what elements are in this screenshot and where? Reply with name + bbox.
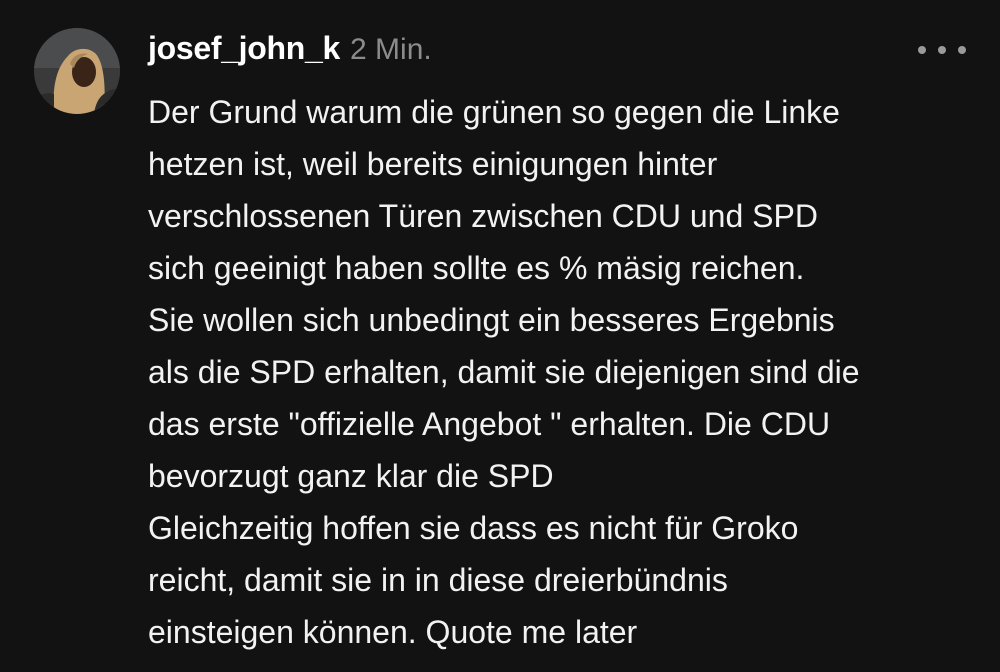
username[interactable]: josef_john_k bbox=[148, 30, 340, 67]
more-horizontal-icon bbox=[958, 46, 966, 54]
comment-line: bevorzugt ganz klar die SPD bbox=[148, 458, 554, 494]
comment-line: einsteigen können. Quote me later bbox=[148, 614, 638, 650]
comment-header: josef_john_k 2 Min. bbox=[148, 30, 432, 74]
comment-line: verschlossenen Türen zwischen CDU und SP… bbox=[148, 198, 818, 234]
comment-line: das erste "offizielle Angebot " erhalten… bbox=[148, 406, 831, 442]
comment-line: hetzen ist, weil bereits einigungen hint… bbox=[148, 146, 718, 182]
more-horizontal-icon bbox=[938, 46, 946, 54]
comment-line: Der Grund warum die grünen so gegen die … bbox=[148, 94, 840, 130]
comment: josef_john_k 2 Min. Der Grund warum die … bbox=[0, 0, 1000, 672]
comment-line: Sie wollen sich unbedingt ein besseres E… bbox=[148, 302, 835, 338]
comment-line: reicht, damit sie in in diese dreierbünd… bbox=[148, 562, 728, 598]
comment-line: sich geeinigt haben sollte es % mäsig re… bbox=[148, 250, 805, 286]
comment-line: Gleichzeitig hoffen sie dass es nicht fü… bbox=[148, 510, 799, 546]
comment-body: Der Grund warum die grünen so gegen die … bbox=[148, 86, 978, 658]
timestamp: 2 Min. bbox=[350, 33, 432, 66]
comment-line: als die SPD erhalten, damit sie diejenig… bbox=[148, 354, 860, 390]
more-horizontal-icon bbox=[918, 46, 926, 54]
user-avatar[interactable] bbox=[34, 28, 120, 114]
more-options-button[interactable] bbox=[918, 34, 966, 66]
